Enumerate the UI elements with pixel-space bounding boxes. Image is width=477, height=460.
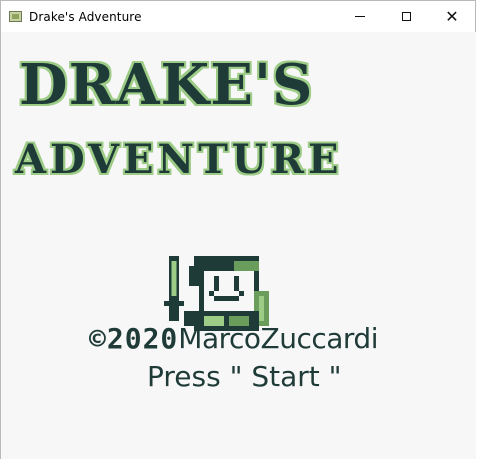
- logo-title-line2: ADVENTURE: [15, 136, 343, 183]
- copyright-line: ©2020MarcoZuccardi: [89, 322, 378, 355]
- copyright-author: MarcoZuccardi: [178, 322, 378, 355]
- copyright-year: ©2020: [89, 322, 179, 355]
- maximize-icon: [401, 12, 411, 21]
- minimize-button[interactable]: [337, 1, 383, 32]
- window-title: Drake's Adventure: [29, 9, 142, 24]
- app-icon: [9, 11, 22, 22]
- press-start-prompt: Press " Start ": [147, 360, 342, 393]
- sword-hilt: [164, 301, 184, 306]
- game-screen[interactable]: DRAKE'S ADVENTURE ©2020MarcoZuccardi Pre…: [1, 32, 476, 459]
- smile: [214, 296, 239, 301]
- maximize-button[interactable]: [383, 1, 429, 32]
- close-button[interactable]: ✕: [429, 1, 475, 32]
- drake-character-sprite: [164, 256, 269, 331]
- right-eye: [234, 276, 239, 291]
- minimize-icon: [355, 16, 365, 17]
- window-controls: ✕: [337, 1, 475, 32]
- title-bar[interactable]: Drake's Adventure ✕: [1, 1, 475, 32]
- game-window: Drake's Adventure ✕ DRAKE'S ADVENTURE ©2…: [0, 0, 476, 459]
- close-icon: ✕: [445, 7, 459, 26]
- logo-title-line1: DRAKE'S: [19, 52, 314, 118]
- left-eye: [214, 276, 219, 291]
